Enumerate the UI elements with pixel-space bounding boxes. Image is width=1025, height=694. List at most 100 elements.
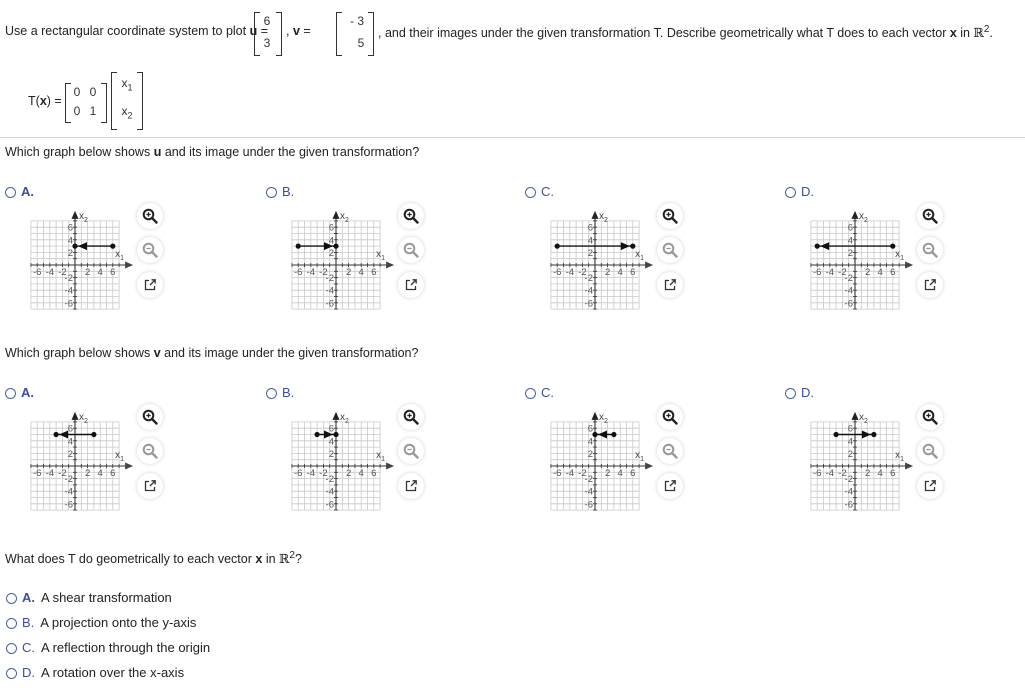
v-graph-b: -6 -4 -2 2 4 6642-2-4-6x1x2 <box>291 411 395 511</box>
x-tick-label: 6 <box>630 267 635 278</box>
zoom-out-icon[interactable] <box>917 438 943 464</box>
radio-d[interactable] <box>785 388 796 399</box>
radio-d[interactable] <box>6 668 17 679</box>
x-tick-label: -6 <box>294 468 302 479</box>
v-option-d[interactable]: D. <box>785 385 814 400</box>
popout-icon[interactable] <box>137 473 163 499</box>
question-v-prefix: Which graph below shows <box>5 346 151 360</box>
y-tick-label: -4 <box>326 487 334 498</box>
u-option-a[interactable]: A. <box>5 184 34 199</box>
x-tick-label: 6 <box>630 468 635 479</box>
x-tick-label: 4 <box>98 267 103 278</box>
r2-symbol: ℝ <box>279 551 290 567</box>
y-tick-label: -4 <box>65 487 73 498</box>
u-graph-d: -6 -4 -2 2 4 6642-2-4-6x1x2 <box>810 210 914 310</box>
option-label: A. <box>21 184 34 199</box>
vector-start-point <box>295 243 301 249</box>
y-axis-label: x2 <box>599 211 608 224</box>
zoom-out-icon[interactable] <box>917 237 943 263</box>
zoom-out-icon[interactable] <box>398 438 424 464</box>
question-geo-bold: x <box>255 552 263 567</box>
radio-c[interactable] <box>525 388 536 399</box>
x-axis-arrow <box>125 462 134 470</box>
matrix-a12: 0 <box>89 85 97 99</box>
vector-arrowhead <box>59 430 69 439</box>
v-option-b[interactable]: B. <box>266 385 294 400</box>
zoom-out-icon[interactable] <box>137 438 163 464</box>
x-tick-label: -6 <box>813 267 821 278</box>
zoom-out-icon[interactable] <box>398 237 424 263</box>
v-label-group: , v = <box>286 24 311 38</box>
answer-b-text: A projection onto the y-axis <box>40 615 197 630</box>
y-tick-label: 6 <box>588 424 593 435</box>
radio-c[interactable] <box>525 187 536 198</box>
v-option-c[interactable]: C. <box>525 385 554 400</box>
x-tick-label: -4 <box>46 468 54 479</box>
y-tick-label: 2 <box>68 248 73 259</box>
u-graph-a: -6 -4 -2 2 4 6642-2-4-6x1x2 <box>30 210 134 310</box>
y-tick-label: 2 <box>588 449 593 460</box>
v-graph-a: -6 -4 -2 2 4 6642-2-4-6x1x2 <box>30 411 134 511</box>
radio-a[interactable] <box>5 187 16 198</box>
vector-end-point <box>333 243 339 249</box>
radio-b[interactable] <box>266 388 277 399</box>
vector-x2-sub: 2 <box>127 110 133 121</box>
zoom-in-icon[interactable] <box>137 404 163 430</box>
answer-option-d[interactable]: D. A rotation over the x-axis <box>6 665 184 680</box>
radio-b[interactable] <box>266 187 277 198</box>
zoom-in-icon[interactable] <box>398 203 424 229</box>
radio-a[interactable] <box>6 593 17 604</box>
answer-option-c[interactable]: C. A reflection through the origin <box>6 640 210 655</box>
radio-c[interactable] <box>6 643 17 654</box>
y-tick-label: -2 <box>585 273 593 284</box>
x-axis-label: x1 <box>115 450 124 463</box>
zoom-in-icon[interactable] <box>657 404 683 430</box>
u-option-d[interactable]: D. <box>785 184 814 199</box>
zoom-out-icon[interactable] <box>657 237 683 263</box>
y-tick-label: 2 <box>588 248 593 259</box>
vector-x1-sub: 1 <box>127 82 133 93</box>
vector-end-point <box>814 243 820 249</box>
radio-d[interactable] <box>785 187 796 198</box>
v-graph-c: -6 -4 -2 2 4 6642-2-4-6x1x2 <box>550 411 654 511</box>
v-option-a[interactable]: A. <box>5 385 34 400</box>
vector-start-point <box>611 431 617 438</box>
v-bracket-right <box>368 12 374 56</box>
vector-arrowhead <box>861 430 871 439</box>
zoom-in-icon[interactable] <box>657 203 683 229</box>
radio-a[interactable] <box>5 388 16 399</box>
radio-b[interactable] <box>6 618 17 629</box>
vector-x2: x2 <box>118 104 136 120</box>
zoom-out-icon[interactable] <box>137 237 163 263</box>
popout-icon[interactable] <box>398 473 424 499</box>
answer-option-a[interactable]: A. A shear transformation <box>6 590 172 605</box>
popout-icon[interactable] <box>917 272 943 298</box>
x-tick-label: 4 <box>618 267 623 278</box>
popout-icon[interactable] <box>657 473 683 499</box>
v-entry-2: 5 <box>357 36 365 50</box>
zoom-in-icon[interactable] <box>917 203 943 229</box>
zoom-in-icon[interactable] <box>917 404 943 430</box>
answer-option-b[interactable]: B. A projection onto the y-axis <box>6 615 196 630</box>
y-tick-label: 4 <box>848 436 853 447</box>
y-tick-label: -2 <box>326 273 334 284</box>
x-axis-label: x1 <box>635 450 644 463</box>
x-tick-label: 2 <box>85 468 90 479</box>
zoom-in-icon[interactable] <box>398 404 424 430</box>
vector-arrowhead <box>598 430 607 439</box>
matrix-a11: 0 <box>73 85 81 99</box>
x-tick-label: 6 <box>371 468 376 479</box>
x-tick-label: 6 <box>371 267 376 278</box>
matrix-a21: 0 <box>73 104 81 118</box>
popout-icon[interactable] <box>917 473 943 499</box>
x-axis-arrow <box>645 462 654 470</box>
zoom-in-icon[interactable] <box>137 203 163 229</box>
popout-icon[interactable] <box>137 272 163 298</box>
x-axis-arrow <box>905 261 914 269</box>
zoom-out-icon[interactable] <box>657 438 683 464</box>
u-option-b[interactable]: B. <box>266 184 294 199</box>
u-option-c[interactable]: C. <box>525 184 554 199</box>
y-tick-label: 4 <box>848 235 853 246</box>
popout-icon[interactable] <box>398 272 424 298</box>
popout-icon[interactable] <box>657 272 683 298</box>
